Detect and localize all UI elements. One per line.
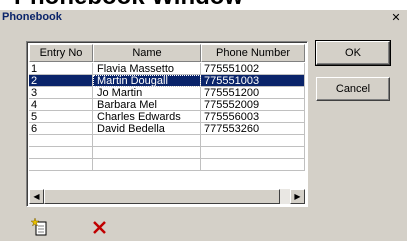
entry-no-cell: 1 bbox=[29, 63, 93, 75]
table-row[interactable]: 3 Jo Martin 775551200 bbox=[29, 87, 305, 99]
name-cell: Charles Edwards bbox=[93, 111, 201, 123]
new-document-icon bbox=[30, 217, 47, 236]
column-header-phone-number[interactable]: Phone Number bbox=[201, 44, 305, 62]
empty-cell bbox=[201, 159, 305, 171]
entry-no-cell: 3 bbox=[29, 87, 93, 99]
delete-entry-icon[interactable] bbox=[90, 217, 110, 237]
scroll-left-icon[interactable]: ◀ bbox=[29, 189, 44, 204]
table-row[interactable]: 4 Barbara Mel 775552009 bbox=[29, 99, 305, 111]
empty-cell bbox=[201, 147, 305, 159]
name-cell: Barbara Mel bbox=[93, 99, 201, 111]
table-row[interactable]: 6 David Bedella 777553260 bbox=[29, 123, 305, 135]
phone-cell: 775551002 bbox=[201, 63, 305, 75]
empty-row bbox=[29, 159, 305, 171]
phone-cell: 775551200 bbox=[201, 87, 305, 99]
entry-no-cell: 6 bbox=[29, 123, 93, 135]
name-cell: David Bedella bbox=[93, 123, 201, 135]
phone-cell: 775551003 bbox=[201, 75, 305, 87]
entry-no-cell: 4 bbox=[29, 99, 93, 111]
column-header-entry-no[interactable]: Entry No bbox=[29, 44, 93, 62]
phonebook-list[interactable]: Entry No Name Phone Number 1 Flavia Mass… bbox=[26, 41, 308, 207]
list-header: Entry No Name Phone Number bbox=[29, 44, 305, 62]
empty-cell bbox=[93, 159, 201, 171]
ok-button[interactable]: OK bbox=[315, 40, 391, 66]
empty-cell bbox=[29, 147, 93, 159]
phone-cell: 777553260 bbox=[201, 123, 305, 135]
scroll-right-icon[interactable]: ▶ bbox=[290, 189, 305, 204]
empty-row bbox=[29, 135, 305, 147]
cancel-button[interactable]: Cancel bbox=[316, 77, 390, 101]
horizontal-scrollbar[interactable]: ◀ ▶ bbox=[29, 189, 305, 204]
phonebook-dialog: Phonebook ✕ Entry No Name Phone Number 1… bbox=[0, 10, 407, 241]
list-rows: 1 Flavia Massetto 775551002 2 Martin Dou… bbox=[29, 63, 305, 171]
name-cell: Jo Martin bbox=[93, 87, 201, 99]
table-row-selected[interactable]: 2 Martin Dougall 775551003 bbox=[29, 75, 305, 87]
new-entry-icon[interactable] bbox=[30, 217, 50, 237]
column-header-name[interactable]: Name bbox=[93, 44, 201, 62]
empty-cell bbox=[93, 147, 201, 159]
phone-cell: 775556003 bbox=[201, 111, 305, 123]
table-row[interactable]: 1 Flavia Massetto 775551002 bbox=[29, 63, 305, 75]
empty-cell bbox=[201, 135, 305, 147]
delete-x-icon bbox=[93, 221, 106, 234]
scroll-thumb[interactable] bbox=[44, 189, 280, 204]
empty-row bbox=[29, 147, 305, 159]
name-cell: Martin Dougall bbox=[93, 75, 201, 87]
empty-cell bbox=[29, 135, 93, 147]
entry-no-cell: 5 bbox=[29, 111, 93, 123]
table-row[interactable]: 5 Charles Edwards 775556003 bbox=[29, 111, 305, 123]
empty-cell bbox=[93, 135, 201, 147]
entry-no-cell: 2 bbox=[29, 75, 93, 87]
empty-cell bbox=[29, 159, 93, 171]
window-title: Phonebook bbox=[2, 11, 62, 23]
name-cell: Flavia Massetto bbox=[93, 63, 201, 75]
title-bar: Phonebook ✕ bbox=[0, 10, 407, 27]
close-icon[interactable]: ✕ bbox=[389, 11, 403, 25]
phone-cell: 775552009 bbox=[201, 99, 305, 111]
